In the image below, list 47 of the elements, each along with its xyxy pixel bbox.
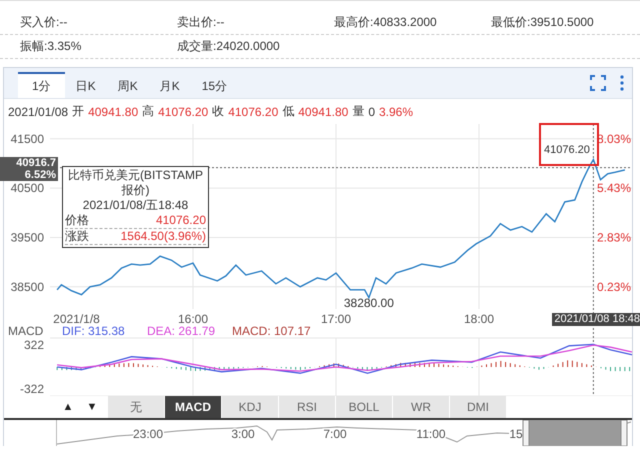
quote-label: 收 bbox=[212, 103, 224, 120]
tooltip-value: 41076.20 bbox=[156, 213, 206, 228]
quote-stat: 卖出价:-- bbox=[177, 14, 226, 31]
y-axis-label: 38500 bbox=[10, 280, 44, 294]
macd-title: MACD bbox=[8, 324, 44, 338]
navigator-time-label: 3:00 bbox=[231, 427, 255, 441]
macd-legend: DEA: 261.79 bbox=[147, 324, 216, 338]
tooltip-title: 比特币兑美元(BITSTAMP报价) bbox=[66, 168, 204, 198]
x-axis-label: 2021/1/8 bbox=[53, 312, 100, 324]
macd-legend: DIF: 315.38 bbox=[62, 324, 125, 338]
y-axis-label: 39500 bbox=[10, 230, 44, 244]
price-marker: 40916.7 6.52% bbox=[0, 156, 58, 181]
quote-stat: 成交量:24020.0000 bbox=[177, 38, 281, 55]
quote-label: 高 bbox=[142, 103, 154, 120]
quote-label: 量 bbox=[352, 103, 364, 120]
quote-stat: 买入价:-- bbox=[20, 14, 68, 31]
quote-value: 40941.80 bbox=[88, 104, 138, 118]
macd-legend: MACD: 107.17 bbox=[232, 324, 311, 338]
quote-label: 低 bbox=[282, 103, 294, 120]
quote-value: 41076.20 bbox=[158, 104, 208, 118]
crosshair-price: 41076.20 bbox=[544, 144, 590, 156]
y-axis-label: -322 bbox=[20, 382, 44, 396]
quote-stat: 最高价:40833.2000 bbox=[334, 14, 438, 31]
crosshair-time: 2021/01/08 18:48 bbox=[552, 313, 640, 326]
percent-axis-label: 2.83% bbox=[596, 230, 631, 244]
quote-value: 40941.80 bbox=[298, 104, 348, 118]
tooltip-label: 价格 bbox=[65, 213, 89, 228]
y-axis-label: 322 bbox=[24, 338, 44, 352]
low-price-label: 38280.00 bbox=[344, 296, 394, 310]
x-axis-label: 18:00 bbox=[464, 312, 494, 324]
navigator-time-label: 7:00 bbox=[323, 427, 347, 441]
x-axis-label: 17:00 bbox=[320, 312, 351, 324]
y-axis-label: 41500 bbox=[10, 132, 44, 146]
quote-stat: 最低价:39510.5000 bbox=[491, 14, 595, 31]
quote-label: 开 bbox=[72, 103, 84, 120]
tooltip-date: 2021/01/08/五18:48 bbox=[82, 198, 190, 213]
tooltip-value: 1564.50(3.96%) bbox=[120, 229, 206, 244]
percent-axis-label: 0.23% bbox=[596, 280, 631, 294]
percent-axis-label: 5.43% bbox=[596, 181, 631, 196]
y-axis-label: 40500 bbox=[10, 181, 44, 196]
quote-value: 41076.20 bbox=[228, 104, 278, 118]
quote-date: 2021/01/08 bbox=[8, 104, 68, 118]
tooltip-label: 涨跌 bbox=[65, 229, 89, 244]
quote-value: 0 bbox=[368, 104, 375, 118]
change-percent: 3.96% bbox=[379, 104, 414, 118]
quote-stat: 振幅:3.35% bbox=[20, 38, 82, 55]
x-axis-label: 16:00 bbox=[178, 312, 208, 324]
